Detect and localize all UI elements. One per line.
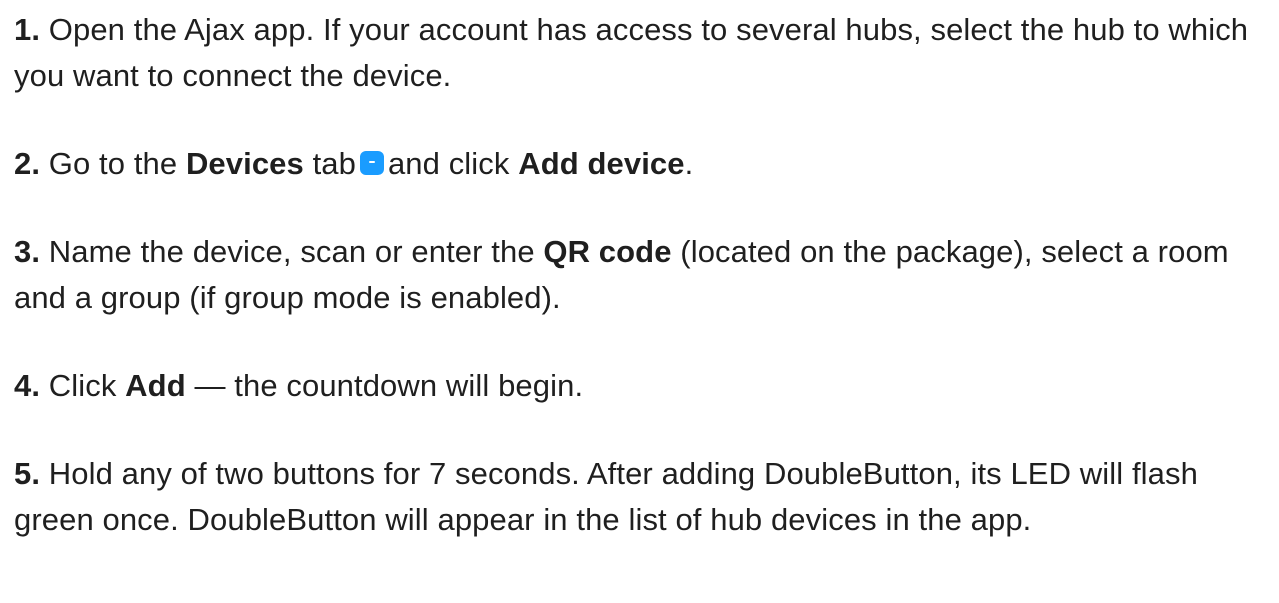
step-5: 5. Hold any of two buttons for 7 seconds… — [14, 451, 1254, 543]
add-label: Add — [125, 368, 186, 403]
step-2: 2. Go to the Devices tab and click Add de… — [14, 141, 1254, 187]
step-text: — the countdown will begin. — [194, 368, 584, 403]
step-4: 4. Click Add — the countdown will begin. — [14, 363, 1254, 409]
step-number: 3. — [14, 234, 41, 269]
step-number: 2. — [14, 146, 41, 181]
add-device-label: Add device — [518, 146, 685, 181]
devices-tab-icon — [359, 151, 384, 175]
step-text: and click — [387, 146, 510, 181]
step-text: Click — [48, 368, 117, 403]
step-text: tab — [312, 146, 356, 181]
step-1: 1. Open the Ajax app. If your account ha… — [14, 7, 1254, 99]
step-punctuation: . — [684, 146, 694, 181]
qr-code-label: QR code — [543, 234, 672, 269]
step-number: 5. — [14, 456, 41, 491]
step-3: 3. Name the device, scan or enter the QR… — [14, 229, 1254, 321]
step-number: 4. — [14, 368, 41, 403]
step-text: Hold any of two buttons for 7 seconds. A… — [14, 456, 1198, 537]
step-text: Open the Ajax app. If your account has a… — [14, 12, 1249, 93]
step-text: Go to the — [48, 146, 178, 181]
step-text: Name the device, scan or enter the — [48, 234, 535, 269]
devices-label: Devices — [185, 146, 304, 181]
step-number: 1. — [14, 12, 41, 47]
